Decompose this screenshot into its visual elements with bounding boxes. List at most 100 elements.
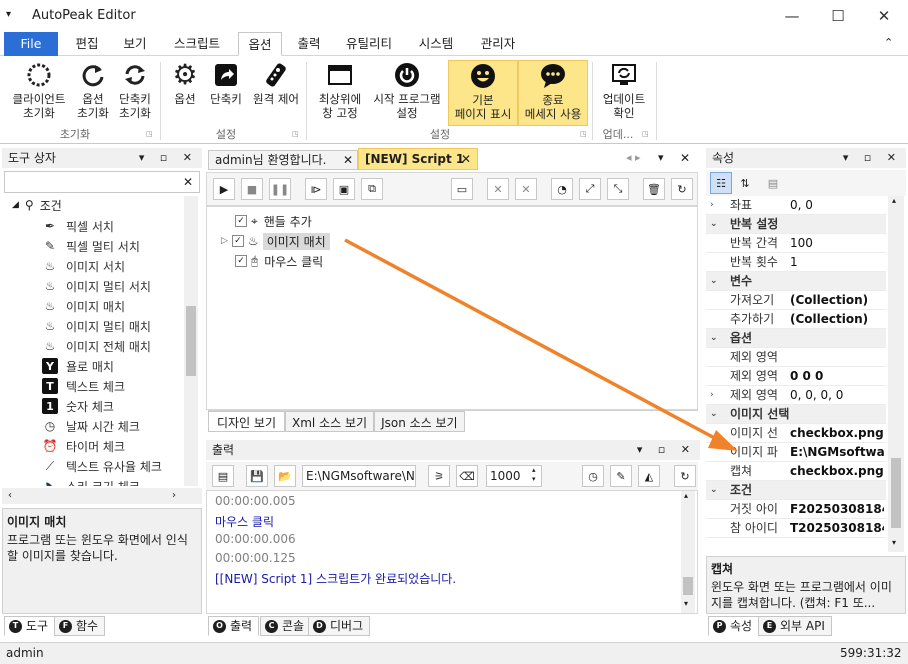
- run-step-icon[interactable]: ⧐: [305, 178, 327, 200]
- property-value[interactable]: 100: [790, 234, 884, 253]
- property-row[interactable]: 참 아이디 T2025030818482: [706, 519, 886, 538]
- property-value[interactable]: (Collection): [790, 291, 884, 310]
- tab-external-api[interactable]: E 외부 API: [758, 616, 832, 636]
- property-category[interactable]: ⌄ 반복 설정: [706, 215, 886, 234]
- property-row[interactable]: › 제외 영역 0, 0, 0, 0: [706, 386, 886, 405]
- toolbox-item[interactable]: ⏰ 타이머 체크: [42, 436, 126, 456]
- trash-icon[interactable]: 🗑: [643, 178, 665, 200]
- property-value[interactable]: checkbox.png: [790, 462, 884, 481]
- tab-properties[interactable]: P 속성: [708, 616, 760, 636]
- doc-close-icon[interactable]: ✕: [680, 151, 690, 165]
- exit-message-button[interactable]: 종료 메세지 사용: [518, 60, 588, 126]
- stop-icon[interactable]: ■: [241, 178, 263, 200]
- doc-tab-script[interactable]: [NEW] Script 1 ✕: [358, 148, 478, 170]
- sort-az-icon[interactable]: ⇅: [734, 172, 756, 194]
- filter-icon[interactable]: ⚞: [428, 465, 450, 487]
- shortcut-button[interactable]: 단축키: [204, 60, 248, 106]
- tab-xml-view[interactable]: Xml 소스 보기: [285, 411, 375, 432]
- tree-category-condition[interactable]: ◢ ⚲ 조건: [12, 196, 62, 214]
- update-check-button[interactable]: 업데이트 확인: [596, 60, 652, 120]
- output-scrollbar[interactable]: ▴ ▾: [681, 491, 695, 613]
- doc-tabs-menu-icon[interactable]: ▾: [658, 151, 664, 164]
- toolbox-item[interactable]: ♨ 이미지 멀티 서치: [42, 276, 151, 296]
- remote-control-button[interactable]: 원격 제어: [248, 60, 304, 106]
- tab-admin[interactable]: 관리자: [470, 32, 526, 56]
- property-row[interactable]: 추가하기 (Collection): [706, 310, 886, 329]
- property-row[interactable]: 캡쳐 checkbox.png: [706, 462, 886, 481]
- run-selected-icon[interactable]: ⧉: [361, 178, 383, 200]
- toolbox-item[interactable]: T 텍스트 체크: [42, 376, 125, 396]
- property-row[interactable]: 반복 횟수 1: [706, 253, 886, 272]
- toolbox-item[interactable]: ◷ 날짜 시간 체크: [42, 416, 140, 436]
- tab-utility[interactable]: 유틸리티: [336, 32, 402, 56]
- tab-console[interactable]: C 콘솔: [260, 616, 312, 636]
- system-menu-icon[interactable]: ▾: [6, 9, 11, 20]
- refresh-icon[interactable]: ↻: [671, 178, 693, 200]
- property-row[interactable]: › 좌표 0, 0: [706, 196, 886, 215]
- delete-all-icon[interactable]: ✕: [515, 178, 537, 200]
- property-row[interactable]: 거짓 아이 F2025030818482: [706, 500, 886, 519]
- property-value[interactable]: 0, 0: [790, 196, 884, 215]
- property-value[interactable]: 0 0 0: [790, 367, 884, 386]
- tab-options[interactable]: 옵션: [238, 32, 282, 56]
- run-from-icon[interactable]: ▣: [333, 178, 355, 200]
- property-category[interactable]: ⌄ 이미지 선택: [706, 405, 886, 424]
- brush-icon[interactable]: ✎: [610, 465, 632, 487]
- toolbox-search-input[interactable]: [4, 171, 200, 193]
- tab-json-view[interactable]: Json 소스 보기: [374, 411, 465, 432]
- tab-functions[interactable]: F 함수: [54, 616, 106, 636]
- maximize-button[interactable]: ☐: [818, 4, 858, 28]
- tab-tools[interactable]: T 도구: [4, 616, 56, 636]
- folder-icon[interactable]: 📂: [274, 465, 296, 487]
- property-row[interactable]: 제외 영역: [706, 348, 886, 367]
- property-category[interactable]: ⌄ 옵션: [706, 329, 886, 348]
- new-log-icon[interactable]: ▤: [212, 465, 234, 487]
- always-on-top-button[interactable]: 최상위에 창 고정: [312, 60, 368, 120]
- property-value[interactable]: checkbox.png: [790, 424, 884, 443]
- file-tab[interactable]: File: [4, 32, 58, 56]
- node-add-handle[interactable]: ✓ ⌖ 핸들 추가: [235, 212, 312, 230]
- log-path-input[interactable]: E:\NGMsoftware\NG: [302, 465, 416, 487]
- toolbox-item[interactable]: ✒ 픽셀 서치: [42, 216, 114, 236]
- property-category[interactable]: ⌄ 조건: [706, 481, 886, 500]
- property-row[interactable]: 이미지 파 E:\NGMsoftware: [706, 443, 886, 462]
- clock-icon[interactable]: ◔: [551, 178, 573, 200]
- tab-view[interactable]: 보기: [112, 32, 158, 56]
- tab-output[interactable]: 출력: [286, 32, 332, 56]
- categorized-icon[interactable]: ☷: [710, 172, 732, 194]
- show-default-page-button[interactable]: 기본 페이지 표시: [448, 60, 518, 126]
- expand-icon[interactable]: ⤢: [579, 178, 601, 200]
- property-row[interactable]: 반복 간격 100: [706, 234, 886, 253]
- tab-script[interactable]: 스크립트: [162, 32, 232, 56]
- output-pane-buttons[interactable]: ▾ ▫ ✕: [637, 440, 696, 460]
- minimize-button[interactable]: —: [772, 4, 812, 28]
- toolbox-item[interactable]: ♨ 이미지 멀티 매치: [42, 316, 151, 336]
- toolbox-item[interactable]: ✎ 픽셀 멀티 서치: [42, 236, 140, 256]
- property-value[interactable]: E:\NGMsoftware: [790, 443, 884, 462]
- property-category[interactable]: ⌄ 변수: [706, 272, 886, 291]
- property-value[interactable]: (Collection): [790, 310, 884, 329]
- property-scrollbar[interactable]: ▴ ▾: [888, 196, 904, 552]
- toolbox-item[interactable]: ♨ 이미지 전체 매치: [42, 336, 151, 356]
- eraser-icon[interactable]: ⌫: [456, 465, 478, 487]
- property-pages-icon[interactable]: ▤: [762, 172, 784, 194]
- tab-edit[interactable]: 편집: [64, 32, 110, 56]
- property-value[interactable]: F2025030818482: [790, 500, 884, 519]
- tab-system[interactable]: 시스템: [408, 32, 464, 56]
- tab-design-view[interactable]: 디자인 보기: [208, 411, 286, 432]
- shortcut-reset-button[interactable]: 단축키 초기화: [114, 60, 156, 120]
- properties-pane-buttons[interactable]: ▾ ▫ ✕: [843, 148, 902, 168]
- tab-output[interactable]: O 출력: [208, 616, 260, 636]
- close-button[interactable]: ✕: [864, 4, 904, 28]
- toolbox-item[interactable]: 1 숫자 체크: [42, 396, 114, 416]
- tab-debug[interactable]: D 디버그: [308, 616, 371, 636]
- property-value[interactable]: T2025030818482: [790, 519, 884, 538]
- toolbox-item[interactable]: ⟋ 텍스트 유사율 체크: [42, 456, 162, 476]
- node-image-match[interactable]: ▷ ✓ ♨ 이미지 매치: [221, 232, 330, 250]
- option-reset-button[interactable]: 옵션 초기화: [72, 60, 114, 120]
- save-icon[interactable]: 💾: [246, 465, 268, 487]
- toolbox-item[interactable]: Y 욜로 매치: [42, 356, 114, 376]
- play-icon[interactable]: ▶: [213, 178, 235, 200]
- clear-search-icon[interactable]: ✕: [178, 172, 198, 192]
- property-value[interactable]: 1: [790, 253, 884, 272]
